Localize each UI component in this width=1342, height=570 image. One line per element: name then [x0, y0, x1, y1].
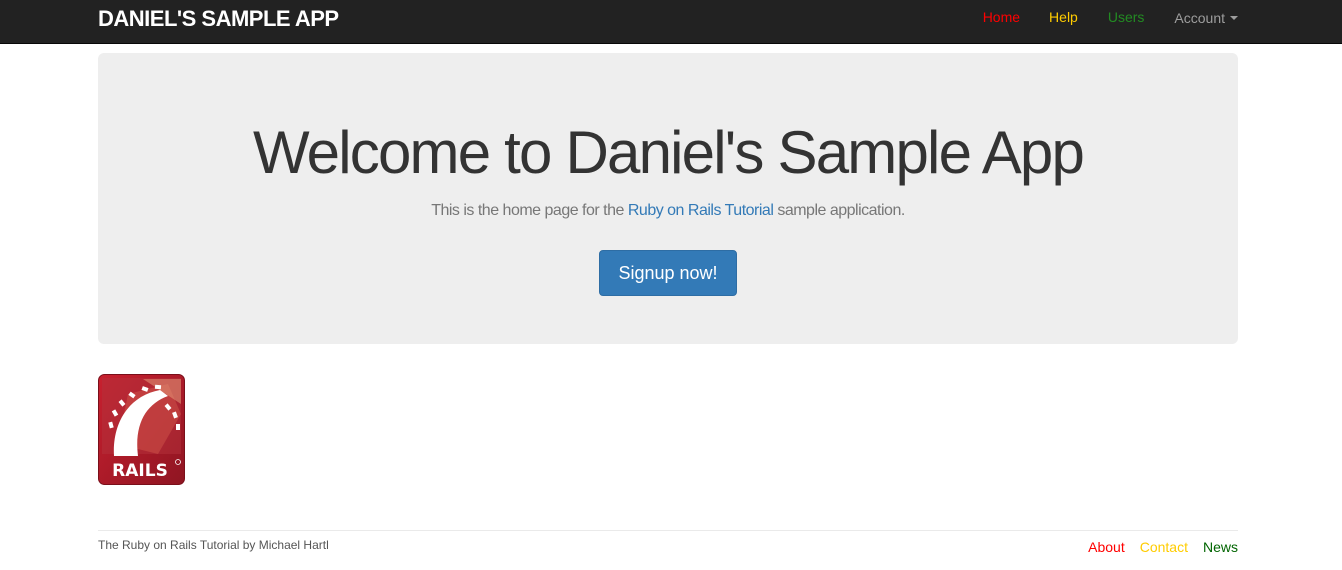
footer-item-about: About	[1088, 539, 1140, 557]
footer-item-contact: Contact	[1140, 539, 1203, 557]
hero-subtitle: This is the home page for the Ruby on Ra…	[98, 202, 1238, 220]
footer-about-link[interactable]: About	[1088, 539, 1125, 555]
nav-help-link[interactable]: Help	[1049, 9, 1078, 25]
footer-prefix: The	[98, 538, 123, 552]
nav-item-home: Home	[983, 9, 1049, 27]
footer-author-link[interactable]: Michael Hartl	[259, 538, 329, 552]
nav-item-account: Account	[1174, 10, 1238, 26]
footer-nav: About Contact News	[1088, 539, 1238, 557]
footer-news-link[interactable]: News	[1203, 539, 1238, 555]
footer-contact-link[interactable]: Contact	[1140, 539, 1188, 555]
nav-item-help: Help	[1049, 9, 1108, 27]
brand-logo-link[interactable]: DANIEL'S SAMPLE APP	[98, 6, 339, 32]
rails-logo: RAILS	[98, 374, 185, 485]
signup-button[interactable]: Signup now!	[599, 250, 737, 296]
rails-tutorial-link[interactable]: Ruby on Rails Tutorial	[628, 202, 774, 219]
footer: The Ruby on Rails Tutorial by Michael Ha…	[98, 530, 1238, 560]
rails-logo-text: RAILS	[112, 461, 168, 481]
subtitle-suffix: sample application.	[773, 202, 905, 219]
page-title: Welcome to Daniel's Sample App	[252, 119, 1085, 186]
main-nav: Home Help Users Account	[983, 0, 1238, 36]
caret-down-icon	[1230, 16, 1238, 20]
footer-item-news: News	[1203, 539, 1238, 557]
hero-jumbotron: Welcome to Daniel's Sample App This is t…	[98, 53, 1238, 344]
subtitle-prefix: This is the home page for the	[431, 202, 628, 219]
nav-item-users: Users	[1108, 9, 1175, 27]
footer-credit: The Ruby on Rails Tutorial by Michael Ha…	[98, 538, 329, 552]
nav-users-link[interactable]: Users	[1108, 9, 1145, 25]
footer-by: by	[239, 538, 259, 552]
rails-logo-link[interactable]: RAILS	[98, 374, 185, 485]
top-navbar: DANIEL'S SAMPLE APP Home Help Users Acco…	[0, 0, 1342, 44]
account-label: Account	[1174, 10, 1225, 26]
nav-home-link[interactable]: Home	[983, 9, 1020, 25]
footer-tutorial-link[interactable]: Ruby on Rails Tutorial	[122, 538, 239, 552]
account-dropdown-toggle[interactable]: Account	[1174, 10, 1238, 26]
